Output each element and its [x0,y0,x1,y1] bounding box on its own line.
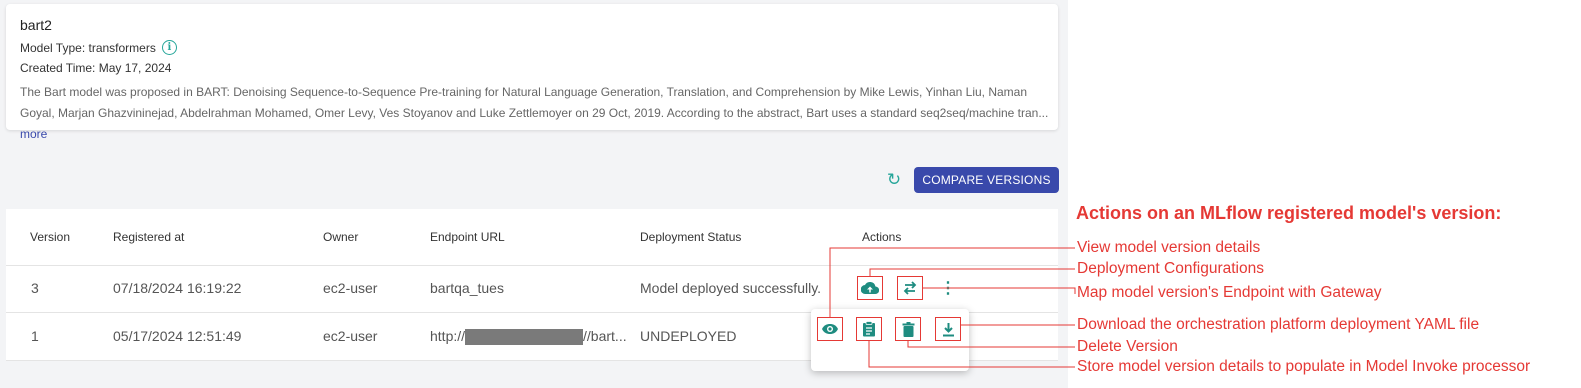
annotation-title: Actions on an MLflow registered model's … [1076,203,1502,223]
annotation-map-endpoint: Map model version's Endpoint with Gatewa… [1077,284,1382,301]
annotation-deployment-config: Deployment Configurations [1077,260,1264,277]
annotation-view-details: View model version details [1077,239,1261,256]
annotation-store-details: Store model version details to populate … [1077,358,1531,375]
annotation-download-yaml: Download the orchestration platform depl… [1077,316,1480,333]
annotation-delete-version: Delete Version [1077,338,1178,355]
